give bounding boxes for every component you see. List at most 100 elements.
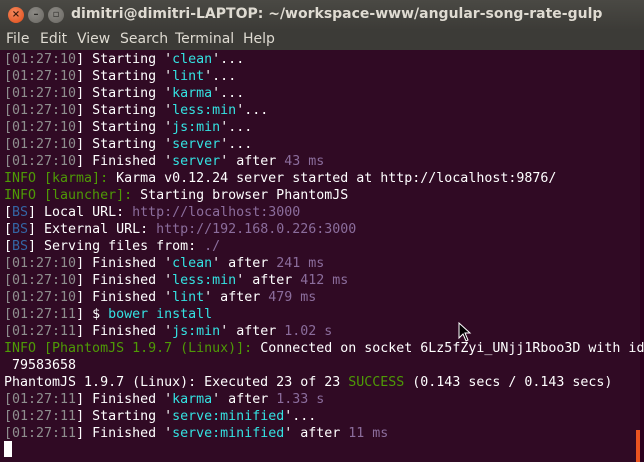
- terminal-text-segment: 01:27:10: [12, 154, 77, 169]
- menu-help[interactable]: Help: [243, 31, 275, 47]
- terminal-line: [01:27:10] Starting 'lint'...: [4, 68, 236, 85]
- terminal-text-segment: server: [172, 137, 221, 152]
- terminal-text-segment: 01:27:10: [12, 52, 77, 67]
- terminal-text-segment: [: [4, 426, 13, 441]
- menu-edit[interactable]: Edit: [40, 31, 67, 47]
- terminal-text-segment: 01:27:10: [12, 290, 77, 305]
- menu-view[interactable]: View: [77, 31, 110, 47]
- terminal-output[interactable]: [01:27:10] Starting 'clean'... [01:27:10]…: [0, 50, 644, 462]
- terminal-text-segment: 01:27:10: [12, 137, 77, 152]
- terminal-text-segment: Connected on socket 6Lz5fZyi_UNjj1Rboo3D…: [260, 341, 644, 356]
- terminal-text-segment: [: [4, 256, 13, 271]
- terminal-text-segment: ] Starting ': [76, 120, 173, 135]
- terminal-line: [01:27:10] Finished 'clean' after 241 ms: [4, 255, 324, 272]
- terminal-text-segment: ' after: [284, 426, 349, 441]
- terminal-text-segment: http://192.168.0.226:3000: [156, 222, 357, 237]
- terminal-text-segment: 01:27:10: [12, 69, 77, 84]
- terminal-text-segment: 01:27:10: [12, 256, 77, 271]
- terminal-text-segment: [: [4, 239, 13, 254]
- terminal-text-segment: [: [4, 137, 13, 152]
- terminal-line: [BS] Local URL: http://localhost:3000: [4, 204, 300, 221]
- terminal-text-segment: '...: [220, 137, 253, 152]
- terminal-text-segment: '...: [236, 103, 269, 118]
- terminal-line: INFO [PhantomJS 1.9.7 (Linux)]: Connecte…: [4, 340, 644, 357]
- terminal-text-segment: ' after: [220, 324, 285, 339]
- terminal-text-segment: clean: [172, 256, 213, 271]
- window-title: dimitri@dimitri-LAPTOP: ~/workspace-www/…: [71, 6, 603, 22]
- terminal-text-segment: [: [4, 86, 13, 101]
- terminal-line: [01:27:10] Starting 'clean'...: [4, 51, 244, 68]
- terminal-text-segment: ] Starting ': [76, 69, 173, 84]
- terminal-text-segment: ] External URL:: [28, 222, 157, 237]
- terminal-text-segment: ] Starting ': [76, 86, 173, 101]
- terminal-line: [01:27:10] Starting 'karma'...: [4, 85, 244, 102]
- terminal-text-segment: ] Finished ': [76, 426, 173, 441]
- terminal-text-segment: ' after: [212, 392, 277, 407]
- terminal-text-segment: ] Finished ': [76, 154, 173, 169]
- terminal-text-segment: PhantomJS 1.9.7 (Linux): Executed 23 of …: [4, 375, 349, 390]
- terminal-line: [01:27:10] Starting 'server'...: [4, 136, 252, 153]
- terminal-text-segment: ' after: [236, 273, 301, 288]
- terminal-line: [01:27:10] Finished 'lint' after 479 ms: [4, 289, 316, 306]
- terminal-text-segment: 1.02 s: [284, 324, 333, 339]
- terminal-text-segment: 01:27:10: [12, 120, 77, 135]
- terminal-text-segment: BS: [12, 205, 29, 220]
- terminal-text-segment: ] $: [76, 307, 109, 322]
- terminal-text-segment: (0.143 secs / 0.143 secs): [404, 375, 613, 390]
- terminal-text-segment: [: [4, 205, 13, 220]
- terminal-text-segment: BS: [12, 239, 29, 254]
- maximize-button[interactable]: ▫: [48, 7, 64, 23]
- terminal-line: [BS] External URL: http://192.168.0.226:…: [4, 221, 356, 238]
- terminal-text-segment: '...: [220, 120, 253, 135]
- terminal-text-segment: INFO [karma]:: [4, 171, 117, 186]
- terminal-text-segment: 412 ms: [300, 273, 349, 288]
- terminal-text-segment: ] Finished ': [76, 392, 173, 407]
- close-button[interactable]: ×: [8, 7, 24, 23]
- terminal-text-segment: ] Finished ': [76, 256, 173, 271]
- terminal-text-segment: ] Finished ': [76, 324, 173, 339]
- terminal-text-segment: server: [172, 154, 221, 169]
- terminal-text-segment: SUCCESS: [348, 375, 405, 390]
- terminal-text-segment: ' after: [204, 290, 269, 305]
- terminal-line: [01:27:11] Finished 'js:min' after 1.02 …: [4, 323, 332, 340]
- terminal-text-segment: less:min: [172, 273, 237, 288]
- terminal-line: INFO [launcher]: Starting browser Phanto…: [4, 187, 348, 204]
- menu-search[interactable]: Search: [120, 31, 168, 47]
- terminal-text-segment: 01:27:10: [12, 103, 77, 118]
- terminal-text-segment: [: [4, 120, 13, 135]
- terminal-text-segment: 01:27:11: [12, 392, 77, 407]
- terminal-text-segment: serve:minified: [172, 409, 285, 424]
- menu-terminal[interactable]: Terminal: [175, 31, 234, 47]
- terminal-line: [01:27:11] Finished 'karma' after 1.33 s: [4, 391, 324, 408]
- terminal-line: [BS] Serving files from: ./: [4, 238, 220, 255]
- terminal-text-segment: BS: [12, 222, 29, 237]
- terminal-text-segment: js:min: [172, 324, 221, 339]
- mouse-pointer-icon: [458, 322, 472, 342]
- terminal-line: [01:27:11] Starting 'serve:minified'...: [4, 408, 316, 425]
- terminal-text-segment: ' after: [212, 256, 277, 271]
- terminal-text-segment: 01:27:10: [12, 273, 77, 288]
- terminal-text-segment: ] Finished ': [76, 273, 173, 288]
- terminal-line: [01:27:10] Finished 'server' after 43 ms: [4, 153, 324, 170]
- terminal-text-segment: [: [4, 307, 13, 322]
- text-cursor: [4, 441, 12, 457]
- terminal-text-segment: js:min: [172, 120, 221, 135]
- terminal-text-segment: [: [4, 409, 13, 424]
- terminal-text-segment: ] Local URL:: [28, 205, 133, 220]
- minimize-button[interactable]: –: [28, 7, 44, 23]
- terminal-text-segment: [: [4, 154, 13, 169]
- terminal-text-segment: ] Serving files from:: [28, 239, 205, 254]
- terminal-text-segment: less:min: [172, 103, 237, 118]
- terminal-line: PhantomJS 1.9.7 (Linux): Executed 23 of …: [4, 374, 612, 391]
- scrollbar-marker[interactable]: [636, 430, 640, 462]
- terminal-text-segment: 241 ms: [276, 256, 325, 271]
- terminal-text-segment: [: [4, 324, 13, 339]
- terminal-text-segment: lint: [172, 290, 205, 305]
- terminal-text-segment: [: [4, 103, 13, 118]
- menu-file[interactable]: File: [6, 31, 29, 47]
- title-bar[interactable]: × – ▫ dimitri@dimitri-LAPTOP: ~/workspac…: [0, 0, 644, 30]
- terminal-text-segment: lint: [172, 69, 205, 84]
- terminal-text-segment: ' after: [220, 154, 285, 169]
- terminal-line: [01:27:10] Starting 'less:min'...: [4, 102, 268, 119]
- terminal-text-segment: karma: [172, 86, 213, 101]
